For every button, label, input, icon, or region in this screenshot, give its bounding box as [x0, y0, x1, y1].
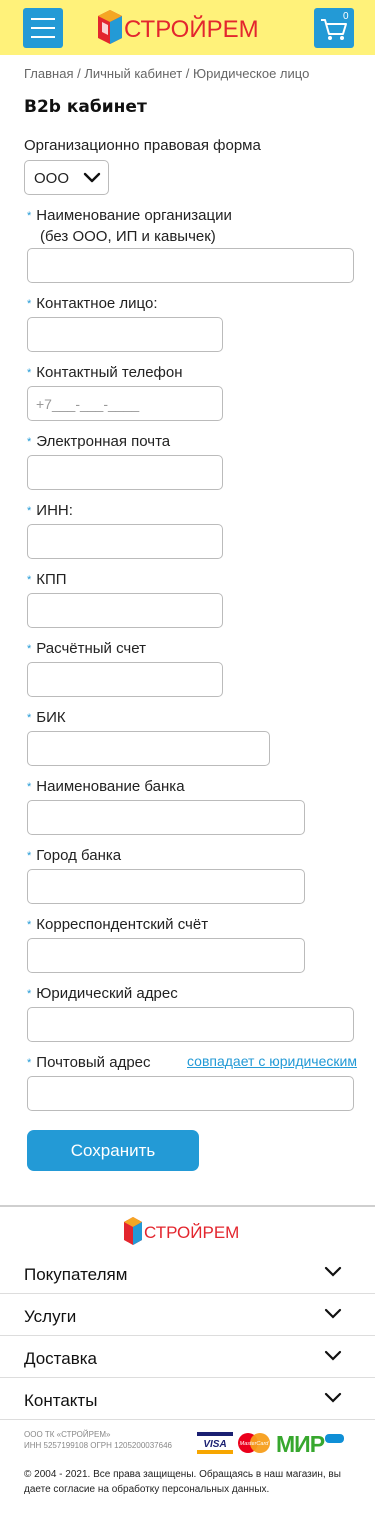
required-star-icon: * — [27, 367, 32, 379]
field-label-account: * Расчётный счет — [27, 640, 146, 657]
required-star-icon: * — [27, 919, 32, 931]
required-star-icon: * — [27, 781, 32, 793]
field-label-legal-address: * Юридический адрес — [27, 985, 178, 1002]
page-title: B2b кабинет — [24, 97, 147, 117]
cart-button[interactable]: 0 — [314, 8, 354, 48]
accordion-label: Услуги — [24, 1307, 77, 1326]
corr-account-input[interactable] — [27, 938, 305, 973]
required-star-icon: * — [27, 850, 32, 862]
visa-logo: VISA — [197, 1432, 233, 1454]
required-star-icon: * — [27, 1057, 32, 1069]
save-button[interactable]: Сохранить — [27, 1130, 199, 1171]
accordion-label: Контакты — [24, 1391, 98, 1410]
accordion-services[interactable]: Услуги — [0, 1294, 375, 1336]
cart-count-badge: 0 — [343, 11, 349, 22]
phone-input[interactable] — [27, 386, 223, 421]
email-input[interactable] — [27, 455, 223, 490]
field-label-bank-city: * Город банка — [27, 847, 122, 864]
field-label-corr-account: * Корреспондентский счёт — [27, 916, 209, 933]
field-label-bik: * БИК — [27, 709, 66, 726]
footer-logo[interactable]: СТРОЙРЕМ — [123, 1216, 253, 1246]
bank-name-input[interactable] — [27, 800, 305, 835]
bik-input[interactable] — [27, 731, 270, 766]
org-form-label: Организационно правовая форма — [24, 137, 261, 154]
accordion-customers[interactable]: Покупателям — [0, 1252, 375, 1294]
kpp-input[interactable] — [27, 593, 223, 628]
svg-text:MasterCard: MasterCard — [240, 1441, 270, 1447]
chevron-down-icon — [83, 172, 101, 183]
menu-button[interactable] — [23, 8, 63, 48]
chevron-down-icon — [324, 1308, 342, 1319]
postal-address-input[interactable] — [27, 1076, 354, 1111]
chevron-down-icon — [324, 1392, 342, 1403]
svg-text:СТРОЙРЕМ: СТРОЙРЕМ — [124, 15, 259, 43]
same-as-legal-link[interactable]: совпадает с юридическим — [187, 1053, 357, 1069]
company-info: ООО ТК «СТРОЙРЕМ» ИНН 5257199108 ОГРН 12… — [24, 1430, 172, 1450]
breadcrumb-account[interactable]: Личный кабинет — [84, 66, 182, 81]
required-star-icon: * — [27, 988, 32, 1000]
field-label-contact-person: * Контактное лицо: — [27, 295, 158, 312]
required-star-icon: * — [27, 643, 32, 655]
bank-city-input[interactable] — [27, 869, 305, 904]
breadcrumb-separator: / — [77, 66, 81, 81]
field-label-kpp: * КПП — [27, 571, 67, 588]
svg-text:VISA: VISA — [203, 1439, 226, 1450]
org-name-input[interactable] — [27, 248, 354, 283]
field-label-postal-address: * Почтовый адрес — [27, 1054, 151, 1071]
mir-logo: МИР — [276, 1432, 344, 1454]
contact-person-input[interactable] — [27, 317, 223, 352]
field-label-bank-name: * Наименование банка — [27, 778, 185, 795]
org-form-value: ООО — [34, 170, 70, 187]
required-star-icon: * — [27, 436, 32, 448]
accordion-delivery[interactable]: Доставка — [0, 1336, 375, 1378]
copyright-text: © 2004 - 2021. Все права защищены. Обращ… — [24, 1469, 341, 1495]
required-star-icon: * — [27, 298, 32, 310]
chevron-down-icon — [324, 1266, 342, 1277]
svg-text:СТРОЙРЕМ: СТРОЙРЕМ — [144, 1223, 239, 1242]
breadcrumb: Главная / Личный кабинет / Юридическое л… — [24, 66, 309, 81]
field-label-email: * Электронная почта — [27, 433, 171, 450]
footer-divider — [0, 1205, 375, 1207]
account-input[interactable] — [27, 662, 223, 697]
mastercard-logo: MasterCard — [238, 1433, 270, 1453]
required-star-icon: * — [27, 712, 32, 724]
svg-text:МИР: МИР — [276, 1432, 325, 1454]
org-form-select[interactable]: ООО — [24, 160, 109, 195]
inn-input[interactable] — [27, 524, 223, 559]
breadcrumb-separator: / — [185, 66, 190, 81]
site-logo[interactable]: СТРОЙРЕМ — [96, 8, 282, 46]
breadcrumb-home[interactable]: Главная — [24, 66, 73, 81]
accordion-contacts[interactable]: Контакты — [0, 1378, 375, 1420]
field-label-phone: * Контактный телефон — [27, 364, 183, 381]
legal-address-input[interactable] — [27, 1007, 354, 1042]
field-label-inn: * ИНН: — [27, 502, 73, 519]
accordion-label: Доставка — [24, 1349, 98, 1368]
field-label-org-name: * Наименование организации (без ООО, ИП и… — [27, 207, 232, 245]
header-bar: СТРОЙРЕМ 0 — [0, 0, 375, 55]
required-star-icon: * — [27, 505, 32, 517]
breadcrumb-current: Юридическое лицо — [193, 66, 310, 81]
chevron-down-icon — [324, 1350, 342, 1361]
required-star-icon: * — [27, 574, 32, 586]
required-star-icon: * — [27, 210, 32, 222]
accordion-label: Покупателям — [24, 1265, 128, 1284]
